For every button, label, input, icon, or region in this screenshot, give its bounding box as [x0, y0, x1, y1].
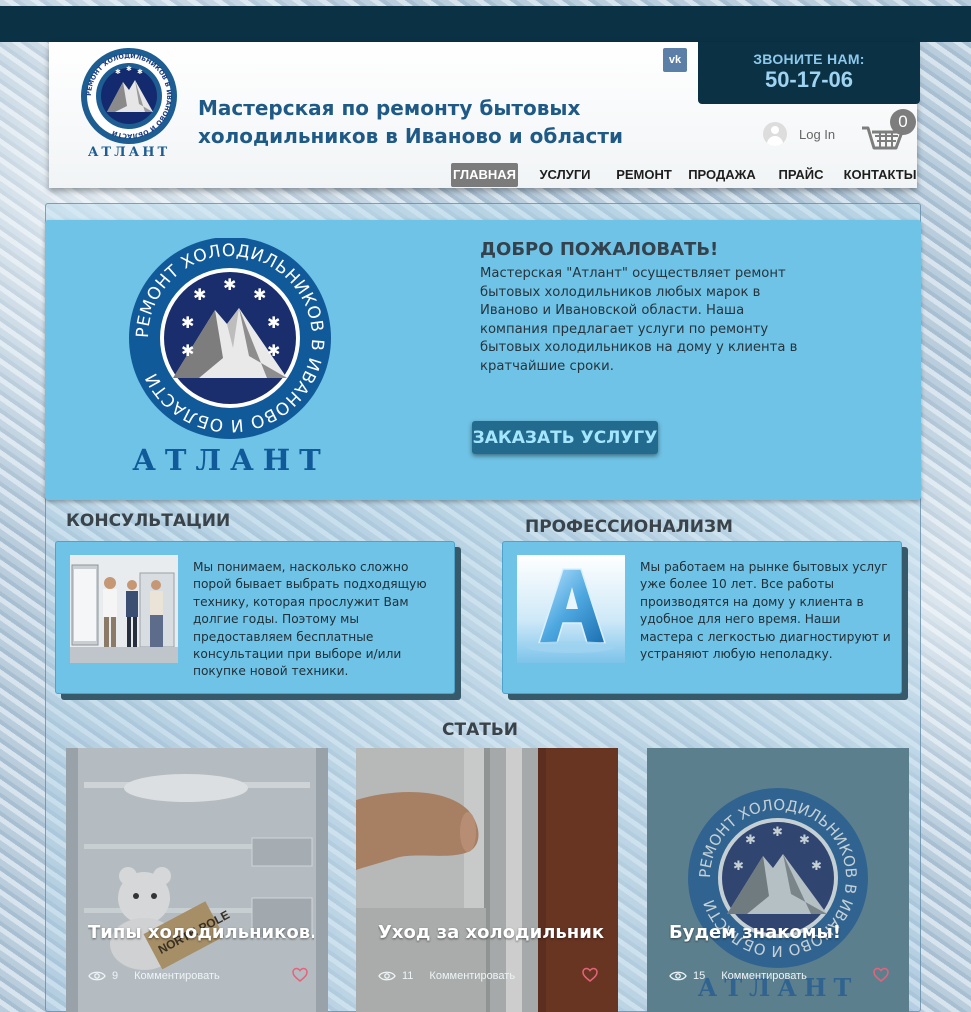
svg-text:АТЛАНТ: АТЛАНТ	[132, 443, 329, 470]
svg-text:✱: ✱	[126, 65, 132, 73]
heart-like-icon[interactable]	[582, 967, 598, 983]
welcome-text: Мастерская "Атлант" осуществляет ремонт …	[480, 266, 798, 374]
atlant-logo-large: РЕМОНТ ХОЛОДИЛЬНИКОВ В ИВАНОВО И ОБЛАСТИ…	[129, 238, 331, 470]
nav-item-contacts[interactable]: КОНТАКТЫ	[843, 163, 917, 187]
post-meta: 9 Комментировать	[88, 967, 308, 984]
post-meta: 11 Комментировать	[378, 967, 598, 984]
consultation-photo	[70, 555, 178, 663]
svg-text:✱: ✱	[267, 313, 280, 332]
blog-post-card[interactable]: Уход за холодильнико... 11 Комментироват…	[356, 748, 618, 1012]
blog-post-card[interactable]: NORTH POLE Типы холодильников. ... 9 Ком…	[66, 748, 328, 1012]
svg-text:АТЛАНТ: АТЛАНТ	[88, 145, 170, 158]
comment-link[interactable]: Комментировать	[721, 970, 807, 982]
svg-text:✱: ✱	[253, 285, 266, 304]
site-title: Мастерская по ремонту бытовых холодильни…	[198, 96, 623, 148]
views-eye-icon	[88, 971, 106, 981]
post-meta: 15 Комментировать	[669, 967, 889, 984]
heart-like-icon[interactable]	[292, 967, 308, 983]
nav-item-home[interactable]: ГЛАВНАЯ	[451, 163, 518, 187]
view-count: 15	[693, 970, 706, 982]
consult-card: Мы понимаем, насколько сложно порой быва…	[55, 541, 455, 694]
welcome-section: РЕМОНТ ХОЛОДИЛЬНИКОВ В ИВАНОВО И ОБЛАСТИ…	[45, 220, 921, 500]
svg-text:✱: ✱	[223, 275, 236, 294]
heart-like-icon[interactable]	[873, 967, 889, 983]
svg-text:✱: ✱	[115, 68, 121, 76]
consult-title: КОНСУЛЬТАЦИИ	[66, 511, 231, 531]
call-label: ЗВОНИТЕ НАМ:	[753, 51, 865, 67]
comment-link[interactable]: Комментировать	[429, 970, 515, 982]
phone-number[interactable]: 50-17-06	[698, 67, 920, 93]
login-button[interactable]: Log In	[763, 122, 835, 146]
pro-title: ПРОФЕССИОНАЛИЗМ	[525, 517, 733, 537]
svg-text:✱: ✱	[137, 68, 143, 76]
nav-item-services[interactable]: УСЛУГИ	[532, 163, 598, 187]
ice-letter-a-image	[517, 555, 625, 663]
blog-post-card[interactable]: РЕМОНТ ХОЛОДИЛЬНИКОВ В ИВАНОВО И ОБЛАСТИ…	[647, 748, 909, 1012]
cart-count-badge[interactable]: 0	[890, 109, 916, 135]
call-box: ЗВОНИТЕ НАМ: 50-17-06	[698, 42, 920, 104]
post-title[interactable]: Типы холодильников. ...	[88, 922, 314, 943]
svg-text:✱: ✱	[181, 313, 194, 332]
comment-link[interactable]: Комментировать	[134, 970, 220, 982]
login-label: Log In	[799, 126, 836, 142]
view-count: 11	[402, 970, 414, 982]
articles-title: СТАТЬИ	[442, 720, 519, 740]
user-avatar-icon	[763, 122, 787, 146]
welcome-title: ДОБРО ПОЖАЛОВАТЬ!	[480, 239, 719, 260]
pro-text: Мы работаем на рынке бытовых услуг уже б…	[640, 560, 891, 662]
view-count: 9	[112, 970, 119, 982]
site-header: РЕМОНТ ХОЛОДИЛЬНИКОВ В ИВАНОВО И ОБЛАСТИ…	[49, 42, 920, 188]
nav-item-sale[interactable]: ПРОДАЖА	[686, 163, 758, 187]
views-eye-icon	[378, 971, 396, 981]
top-bar	[0, 6, 971, 42]
svg-text:✱: ✱	[181, 341, 194, 360]
vk-icon[interactable]: vk	[663, 48, 687, 72]
order-service-button[interactable]: ЗАКАЗАТЬ УСЛУГУ	[472, 421, 658, 454]
nav-item-repair[interactable]: РЕМОНТ	[612, 163, 676, 187]
consult-text: Мы понимаем, насколько сложно порой быва…	[193, 560, 427, 679]
pro-card: Мы работаем на рынке бытовых услуг уже б…	[502, 541, 902, 694]
svg-text:✱: ✱	[193, 285, 206, 304]
atlant-logo[interactable]: РЕМОНТ ХОЛОДИЛЬНИКОВ В ИВАНОВО И ОБЛАСТИ…	[79, 46, 179, 158]
main-nav: ГЛАВНАЯ УСЛУГИ РЕМОНТ ПРОДАЖА ПРАЙС КОНТ…	[49, 163, 917, 187]
svg-text:✱: ✱	[267, 341, 280, 360]
post-title[interactable]: Уход за холодильнико...	[378, 922, 604, 943]
nav-item-price[interactable]: ПРАЙС	[773, 163, 829, 187]
views-eye-icon	[669, 971, 687, 981]
post-title[interactable]: Будем знакомы!	[669, 922, 895, 943]
